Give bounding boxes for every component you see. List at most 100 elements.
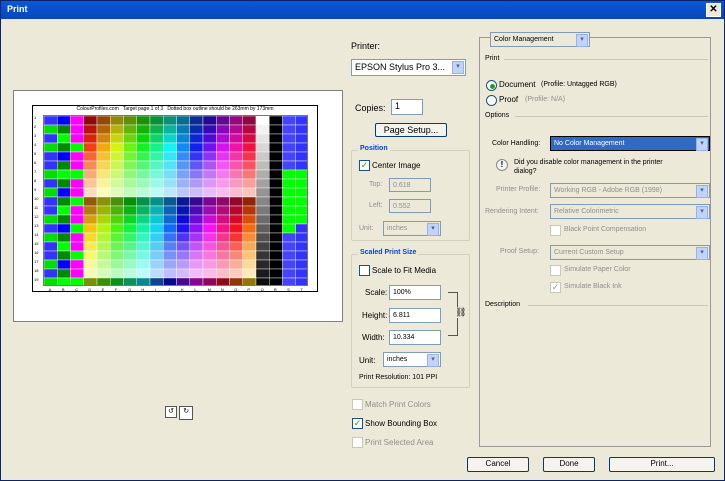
color-patch [57,133,71,144]
center-image-checkbox[interactable]: ✓ [359,160,370,171]
color-patch [44,124,58,135]
color-patch [202,124,217,135]
print-button[interactable]: Print... [609,457,715,472]
color-patch [136,205,151,216]
color-patch [123,196,137,207]
proof-setup-select[interactable]: Current Custom Setup ▾ [550,245,710,260]
position-unit-select[interactable]: inches ▾ [383,221,441,236]
color-patch [216,277,230,285]
color-patch [189,124,204,135]
color-patch [44,133,58,144]
color-patch [44,187,58,198]
title-bar: Print ✕ [1,1,724,19]
color-patch [255,169,270,180]
simulate-black-checkbox[interactable]: ✓ [550,282,561,293]
rendering-intent-select[interactable]: Relative Colorimetric ▾ [550,204,710,219]
show-bounding-box-checkbox[interactable]: ✓ [352,418,363,429]
color-patch [282,223,296,234]
color-patch [57,241,71,252]
color-patch [269,223,283,234]
color-patch [255,259,270,270]
color-patch [57,187,71,198]
color-patch [269,268,283,279]
color-patch [96,277,111,285]
color-patch [176,250,190,261]
rendering-intent-label: Rendering Intent: [485,208,539,215]
page-setup-button[interactable]: Page Setup... [375,123,447,137]
color-patch [295,277,307,285]
rotate-left-icon[interactable]: ↺ [165,406,177,418]
top-label: Top: [369,181,383,188]
color-patch [110,178,124,189]
color-patch [229,250,243,261]
scaled-unit-select[interactable]: inches ▾ [383,352,441,367]
color-patch [282,160,296,171]
color-patch [202,250,217,261]
color-patch [216,116,230,126]
color-patch [44,259,58,270]
print-selected-area-checkbox[interactable] [352,437,363,448]
center-image-label: Center Image [372,161,421,170]
color-handling-select[interactable]: No Color Management ▾ [550,136,710,151]
match-print-colors-checkbox[interactable] [352,399,363,410]
printer-select[interactable]: EPSON Stylus Pro 3... ▾ [351,59,466,76]
color-patch [269,124,283,135]
color-patch [255,160,270,171]
copies-input[interactable]: 1 [391,99,423,115]
color-patch [295,133,307,144]
color-patch [96,250,111,261]
printer-profile-label: Printer Profile: [496,186,541,193]
color-patch [216,250,230,261]
color-patch [269,214,283,225]
color-patch [242,142,257,153]
top-input[interactable]: 0.618 [389,178,431,192]
color-patch [136,241,151,252]
color-patch [70,268,84,279]
color-patch [229,259,243,270]
preview-page[interactable]: ColourProfiles.com Target page 1 of 3 Do… [32,105,318,292]
color-patch [123,160,137,171]
col-label: Q [260,287,264,292]
color-patch [83,232,98,243]
simulate-paper-checkbox[interactable] [550,265,561,276]
cancel-button[interactable]: Cancel [467,457,529,472]
height-input[interactable]: 6.811 [389,308,441,323]
color-patch [269,196,283,207]
mode-select[interactable]: Color Management ▾ [490,32,590,47]
color-patch [295,196,307,207]
color-patch [83,277,98,285]
color-patch [136,133,151,144]
black-point-checkbox[interactable] [550,225,561,236]
color-patch [123,142,137,153]
color-patch [242,151,257,162]
color-patch [110,133,124,144]
row-label: 3 [34,133,37,138]
rotate-right-icon[interactable]: ↻ [179,406,194,420]
color-patch [123,223,137,234]
color-patch [242,169,257,180]
scaled-unit-label: Unit: [359,356,376,365]
scale-to-fit-checkbox[interactable] [359,265,370,276]
document-radio[interactable] [486,80,497,91]
scale-input[interactable]: 100% [389,285,441,300]
color-patch [83,214,98,225]
document-label: Document [499,80,536,89]
col-label: E [101,287,105,292]
color-patch [110,250,124,261]
proof-radio[interactable] [486,95,497,106]
row-label: 11 [34,205,39,210]
color-patch [70,133,84,144]
color-patch [229,268,243,279]
color-patch [216,133,230,144]
width-input[interactable]: 10.334 [389,330,441,345]
color-patch [110,259,124,270]
col-label: H [141,287,145,292]
color-patch [163,250,177,261]
color-patch [96,133,111,144]
close-button[interactable]: ✕ [706,3,721,17]
row-label: 15 [34,241,39,246]
printer-profile-select[interactable]: Working RGB - Adobe RGB (1998) ▾ [550,183,710,198]
color-patch [176,277,190,285]
left-input[interactable]: 0.552 [389,199,431,213]
done-button[interactable]: Done [543,457,595,472]
